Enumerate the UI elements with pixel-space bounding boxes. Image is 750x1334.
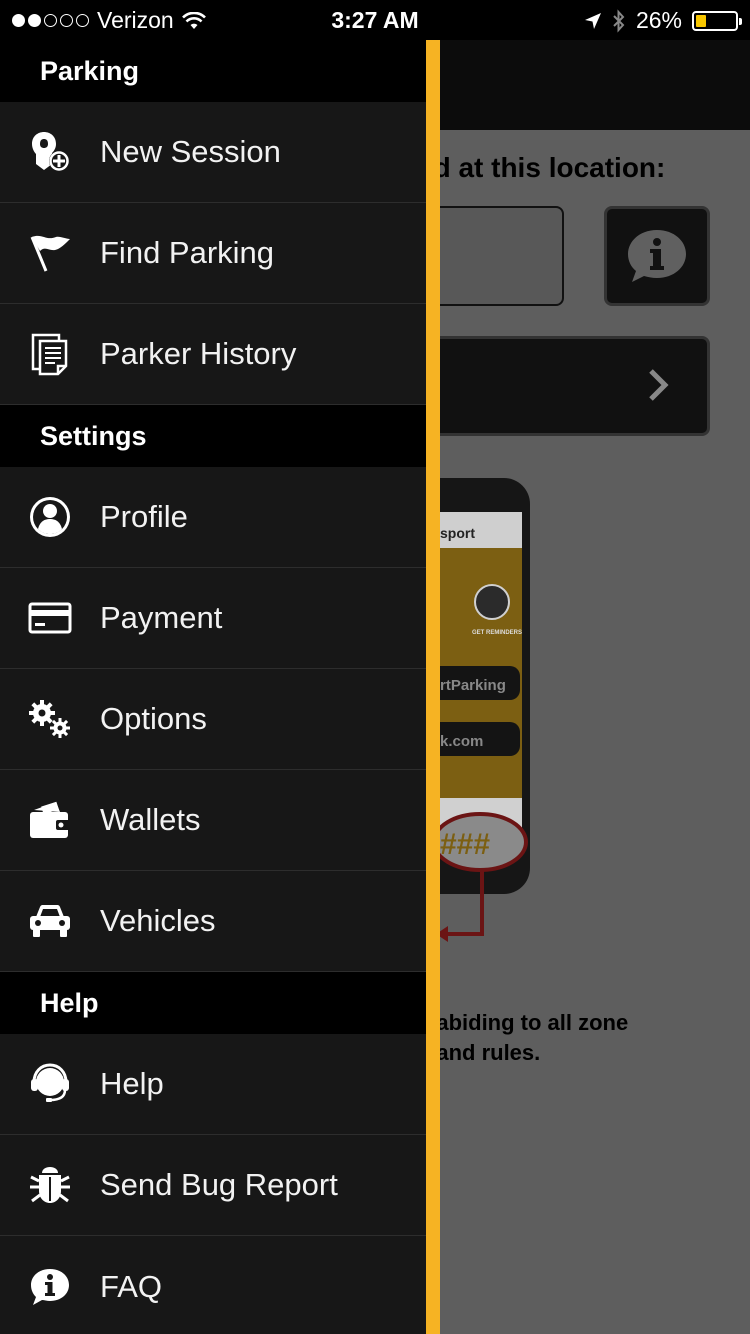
flag-icon (0, 203, 100, 303)
menu-item-parker-history[interactable]: Parker History (0, 304, 426, 405)
menu-label-help: Help (100, 1066, 164, 1101)
menu-item-vehicles[interactable]: Vehicles (0, 871, 426, 972)
menu-label-find-parking: Find Parking (100, 235, 275, 270)
menu-item-find-parking[interactable]: Find Parking (0, 203, 426, 304)
history-document-icon (0, 304, 100, 404)
menu-label-wallets: Wallets (100, 802, 201, 837)
wallet-icon (0, 770, 100, 870)
menu-item-wallets[interactable]: Wallets (0, 770, 426, 871)
phone-reminder-text: GET REMINDERS (472, 630, 522, 636)
info-bubble-icon (628, 230, 686, 282)
phone-brand-text: sport (440, 525, 475, 541)
rules-line-2: s and rules. (418, 1040, 541, 1065)
menu-label-payment: Payment (100, 600, 223, 635)
rules-text: e abiding to all zone s and rules. (418, 1008, 628, 1068)
zone-info-button (604, 206, 710, 306)
battery-percent: 26% (635, 7, 682, 33)
menu-item-faq[interactable]: FAQ (0, 1236, 426, 1334)
bug-icon (0, 1135, 100, 1235)
phone-url-text: k.com (440, 733, 483, 750)
menu-label-profile: Profile (100, 499, 188, 534)
bluetooth-icon (613, 8, 625, 33)
section-header-parking: Parking (0, 40, 426, 102)
menu-label-parker-history: Parker History (100, 336, 297, 371)
car-icon (0, 871, 100, 971)
menu-label-vehicles: Vehicles (100, 903, 216, 938)
menu-item-options[interactable]: Options (0, 669, 426, 770)
section-header-help: Help (0, 972, 426, 1034)
phone-zone-code: ### (440, 828, 490, 861)
credit-card-icon (0, 568, 100, 668)
menu-item-send-bug-report[interactable]: Send Bug Report (0, 1135, 426, 1236)
section-header-settings: Settings (0, 405, 426, 467)
menu-item-payment[interactable]: Payment (0, 568, 426, 669)
menu-item-new-session[interactable]: New Session (0, 102, 426, 203)
headset-icon (0, 1034, 100, 1134)
info-bubble-icon (0, 1237, 100, 1334)
drawer-edge-divider[interactable] (426, 40, 440, 1334)
menu-item-help[interactable]: Help (0, 1034, 426, 1135)
menu-label-new-session: New Session (100, 134, 281, 169)
rules-line-1: e abiding to all zone (418, 1010, 629, 1035)
menu-label-send-bug-report: Send Bug Report (100, 1167, 338, 1202)
menu-label-faq: FAQ (100, 1268, 163, 1304)
menu-label-options: Options (100, 701, 207, 736)
location-prompt: ed at this location: (418, 152, 666, 183)
phone-parking-text: rtParking (440, 677, 506, 694)
new-session-icon (0, 102, 100, 202)
user-icon (0, 467, 100, 567)
battery-level-fill (696, 14, 706, 27)
navigation-drawer: Parking New Session Find Parking Parker … (0, 40, 426, 1334)
status-bar: Verizon 3:27 AM 26% (0, 0, 750, 40)
location-arrow-icon (584, 12, 601, 29)
menu-item-profile[interactable]: Profile (0, 467, 426, 568)
chevron-right-icon (649, 369, 669, 401)
battery-icon (692, 10, 742, 31)
gears-icon (0, 669, 100, 769)
